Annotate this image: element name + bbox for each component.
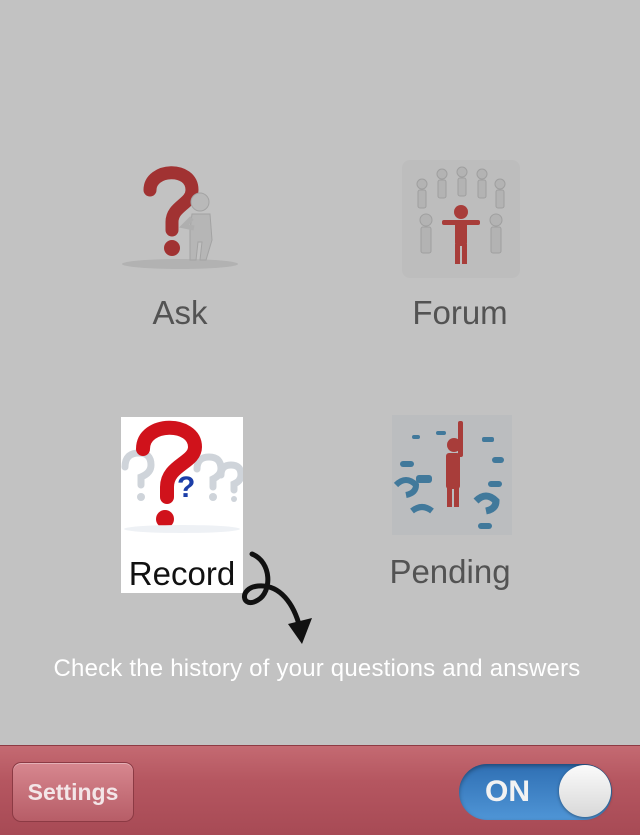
toggle-knob[interactable] <box>559 765 611 817</box>
record-tile[interactable]: ? Record <box>121 417 245 593</box>
on-off-toggle[interactable]: ON <box>459 764 612 820</box>
curved-arrow-icon <box>236 548 326 648</box>
svg-text:?: ? <box>177 471 195 504</box>
app-screen: Ask Forum Pending ? Record Check the his… <box>0 0 640 835</box>
settings-button[interactable]: Settings <box>12 762 134 822</box>
toggle-label: ON <box>485 775 530 808</box>
question-marks-icon: ? <box>121 417 245 535</box>
tutorial-tip-text: Check the history of your questions and … <box>53 655 581 682</box>
record-label: Record <box>128 555 236 592</box>
bottom-toolbar: Settings ON <box>0 745 640 835</box>
